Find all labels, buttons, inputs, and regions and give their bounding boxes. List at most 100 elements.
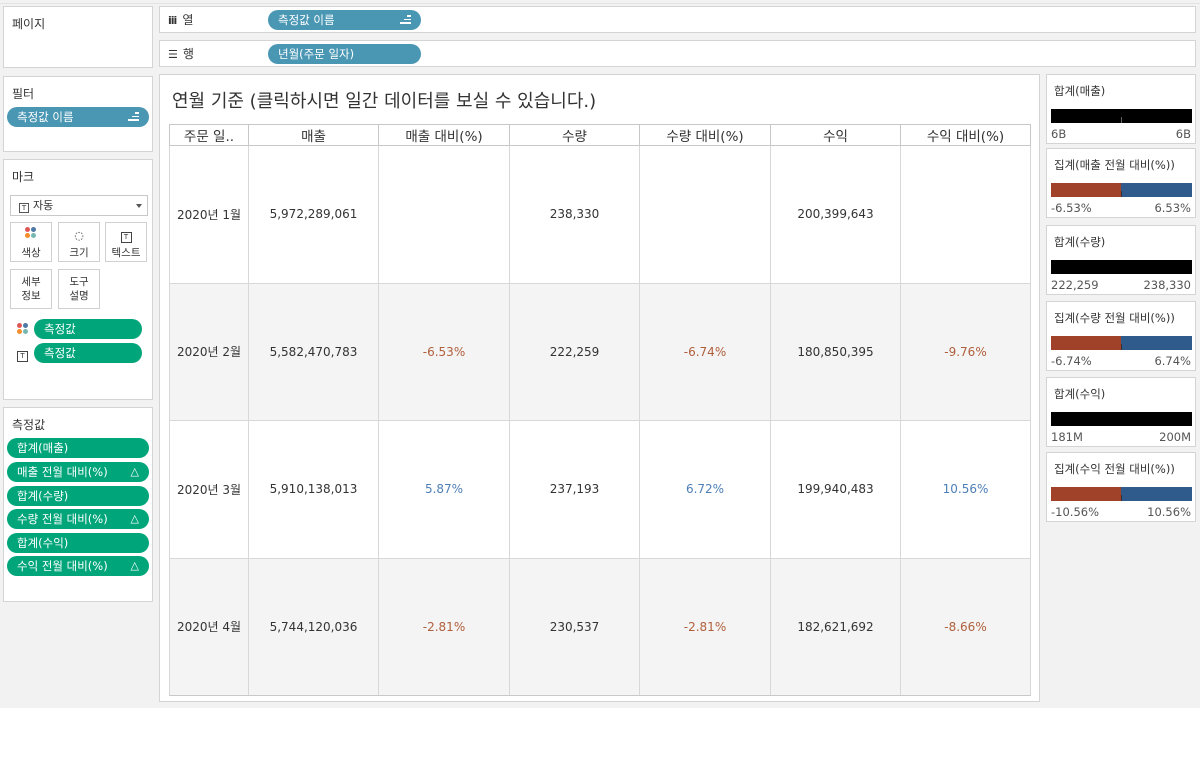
marks-color-pill-label: 측정값 [44,322,76,336]
header-profit[interactable]: 수익 [770,124,901,146]
measure-values-title: 측정값 [12,418,46,432]
sales-pct-cell[interactable]: 5.87% [378,420,510,559]
measure-pill[interactable]: 합계(수익) [7,533,149,553]
measure-pill[interactable]: 수량 전월 대비(%) △ [7,509,149,529]
color-dots-icon [11,227,51,245]
sales-cell[interactable]: 5,910,138,013 [248,420,379,559]
text-button-label: 텍스트 [111,247,141,259]
legend-profit-pct[interactable]: 집계(수익 전월 대비(%)) -10.56% 10.56% [1046,452,1196,522]
profit-cell[interactable]: 180,850,395 [770,283,901,421]
profit-pct-cell[interactable]: -8.66% [900,558,1031,696]
marks-text-pill[interactable]: 측정값 [34,343,142,363]
measure-pill[interactable]: 합계(매출) [7,438,149,458]
legend-ramp-negative [1051,183,1121,197]
legend-color-ramp [1051,336,1192,350]
measure-values-card[interactable]: 측정값 합계(매출) 매출 전월 대비(%) △ 합계(수량) 수량 전월 대비(… [3,407,153,602]
legend-ramp-positive [1121,487,1192,501]
sort-icon [400,15,411,25]
columns-icon: iii [168,14,177,27]
sales-cell[interactable]: 5,582,470,783 [248,283,379,421]
tooltip-button[interactable]: 도구 설명 [58,269,100,309]
sales-pct-cell[interactable]: -6.53% [378,283,510,421]
text-icon: T [17,347,28,362]
date-cell[interactable]: 2020년 3월 [169,420,249,559]
profit-pct-cell[interactable] [900,145,1031,284]
measure-pill-label: 합계(수량) [17,489,69,503]
marks-color-pill[interactable]: 측정값 [34,319,142,339]
sales-pct-cell[interactable] [378,145,510,284]
color-button-label: 색상 [21,247,41,259]
date-cell[interactable]: 2020년 1월 [169,145,249,284]
rows-pill-order-month[interactable]: 년월(주문 일자) [268,44,421,64]
table-row[interactable]: 2020년 2월 5,582,470,783 -6.53% 222,259 -6… [169,283,1031,421]
view-panel[interactable]: 연월 기준 (클릭하시면 일간 데이터를 보실 수 있습니다.) 주문 일.. … [159,74,1040,702]
legend-title: 합계(수익) [1054,387,1106,401]
sales-cell[interactable]: 5,744,120,036 [248,558,379,696]
header-profit-pct[interactable]: 수익 대비(%) [900,124,1031,146]
quantity-pct-cell[interactable]: 6.72% [639,420,771,559]
date-cell[interactable]: 2020년 4월 [169,558,249,696]
size-button[interactable]: ◌ 크기 [58,222,100,262]
marks-text-pill-label: 측정값 [44,346,76,360]
filters-title: 필터 [12,87,35,101]
filter-pill-measure-names[interactable]: 측정값 이름 [7,107,149,127]
legend-ramp-negative [1051,336,1121,350]
header-order-date[interactable]: 주문 일.. [169,124,249,146]
text-button[interactable]: T 텍스트 [105,222,147,262]
legend-sales-pct[interactable]: 집계(매출 전월 대비(%)) -6.53% 6.53% [1046,148,1196,218]
filters-card[interactable]: 필터 측정값 이름 [3,76,153,152]
marks-card[interactable]: 마크 T 자동 색상 ◌ 크기 T 텍스트 세부 정보 도구 설명 측정값 T 측… [3,159,153,400]
columns-shelf[interactable]: iii 열 측정값 이름 [159,6,1196,33]
measure-pill[interactable]: 수익 전월 대비(%) △ [7,556,149,576]
color-button[interactable]: 색상 [10,222,52,262]
legend-ramp-negative [1051,487,1121,501]
rows-icon: ☰ [168,48,178,61]
pages-card[interactable]: 페이지 [3,6,153,68]
table-row[interactable]: 2020년 4월 5,744,120,036 -2.81% 230,537 -2… [169,558,1031,696]
sales-pct-cell[interactable]: -2.81% [378,558,510,696]
header-sales-pct[interactable]: 매출 대비(%) [378,124,510,146]
legend-color-ramp [1051,260,1192,274]
quantity-pct-cell[interactable]: -6.74% [639,283,771,421]
sales-cell[interactable]: 5,972,289,061 [248,145,379,284]
size-button-label: 크기 [69,247,89,259]
legend-quantity[interactable]: 합계(수량) 222,259 238,330 [1046,225,1196,295]
legend-profit[interactable]: 합계(수익) 181M 200M [1046,377,1196,447]
crosstab-table[interactable]: 주문 일.. 매출 매출 대비(%) 수량 수량 대비(%) 수익 수익 대비(… [169,124,1031,696]
quantity-pct-cell[interactable]: -2.81% [639,558,771,696]
header-quantity-pct[interactable]: 수량 대비(%) [639,124,771,146]
profit-pct-cell[interactable]: 10.56% [900,420,1031,559]
header-quantity[interactable]: 수량 [509,124,640,146]
detail-button[interactable]: 세부 정보 [10,269,52,309]
quantity-cell[interactable]: 230,537 [509,558,640,696]
header-sales[interactable]: 매출 [248,124,379,146]
table-row[interactable]: 2020년 3월 5,910,138,013 5.87% 237,193 6.7… [169,420,1031,559]
date-cell[interactable]: 2020년 2월 [169,283,249,421]
profit-cell[interactable]: 199,940,483 [770,420,901,559]
table-row[interactable]: 2020년 1월 5,972,289,061 238,330 200,399,6… [169,145,1031,284]
measure-pill[interactable]: 매출 전월 대비(%) △ [7,462,149,482]
delta-icon: △ [130,512,139,525]
legend-title: 합계(매출) [1054,84,1106,98]
quantity-cell[interactable]: 222,259 [509,283,640,421]
quantity-cell[interactable]: 237,193 [509,420,640,559]
quantity-cell[interactable]: 238,330 [509,145,640,284]
rows-shelf[interactable]: ☰ 행 년월(주문 일자) [159,40,1196,67]
profit-cell[interactable]: 200,399,643 [770,145,901,284]
legend-max: 238,330 [1143,278,1191,292]
legend-title: 집계(수량 전월 대비(%)) [1054,311,1175,325]
quantity-pct-cell[interactable] [639,145,771,284]
pages-title: 페이지 [12,17,46,31]
text-icon: T [106,227,146,245]
profit-pct-cell[interactable]: -9.76% [900,283,1031,421]
columns-pill-measure-names[interactable]: 측정값 이름 [268,10,421,30]
legend-quantity-pct[interactable]: 집계(수량 전월 대비(%)) -6.74% 6.74% [1046,301,1196,371]
mark-type-dropdown[interactable]: T 자동 [10,195,148,216]
legend-max: 200M [1159,430,1191,444]
chevron-down-icon [136,204,142,208]
profit-cell[interactable]: 182,621,692 [770,558,901,696]
mark-type-value: 자동 [33,199,54,212]
measure-pill-label: 수익 전월 대비(%) [17,559,108,573]
measure-pill[interactable]: 합계(수량) [7,486,149,506]
legend-sales[interactable]: 합계(매출) 6B 6B [1046,74,1196,144]
